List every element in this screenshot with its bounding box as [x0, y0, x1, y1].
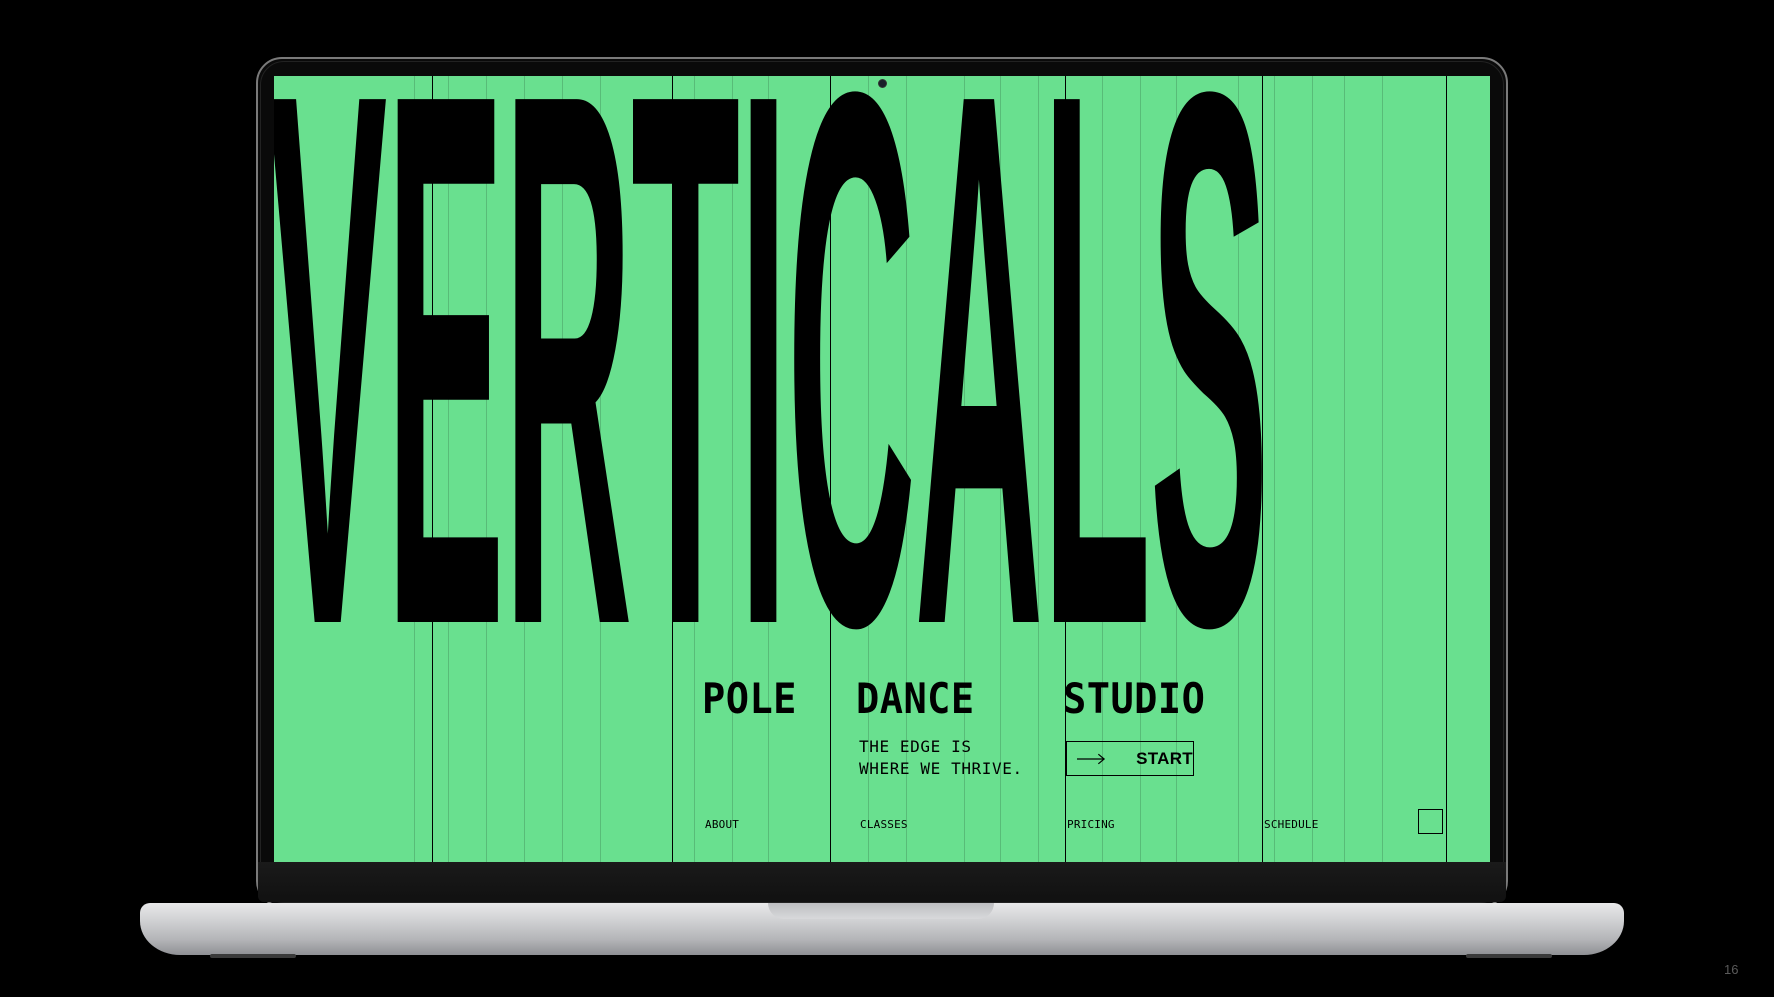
laptop-foot-right — [1466, 954, 1552, 958]
camera-icon — [878, 79, 887, 88]
laptop-thumb-notch — [768, 903, 994, 919]
website-screen: VERTICALS POLE DANCE STUDIO THE EDGE IS … — [274, 76, 1490, 862]
tagline: THE EDGE IS WHERE WE THRIVE. — [859, 736, 1023, 780]
hero-title: VERTICALS — [274, 76, 1269, 676]
nav-classes[interactable]: CLASSES — [860, 818, 908, 831]
tagline-line-2: WHERE WE THRIVE. — [859, 759, 1023, 778]
nav-about[interactable]: ABOUT — [705, 818, 739, 831]
headline-word-dance: DANCE — [856, 674, 975, 723]
headline-word-pole: POLE — [702, 674, 797, 723]
square-menu-icon[interactable] — [1418, 809, 1443, 834]
nav-schedule[interactable]: SCHEDULE — [1264, 818, 1319, 831]
tagline-line-1: THE EDGE IS — [859, 737, 972, 756]
laptop-bottom-bezel — [258, 862, 1506, 902]
headline-word-studio: STUDIO — [1063, 674, 1206, 723]
start-button-label: START — [1136, 748, 1193, 768]
slide-page-number: 16 — [1724, 962, 1739, 977]
hero-title-wrapper: VERTICALS — [274, 76, 1490, 676]
arrow-right-icon — [1077, 753, 1106, 764]
nav-pricing[interactable]: PRICING — [1067, 818, 1115, 831]
laptop-foot-left — [210, 954, 296, 958]
start-button[interactable]: START — [1066, 741, 1194, 776]
